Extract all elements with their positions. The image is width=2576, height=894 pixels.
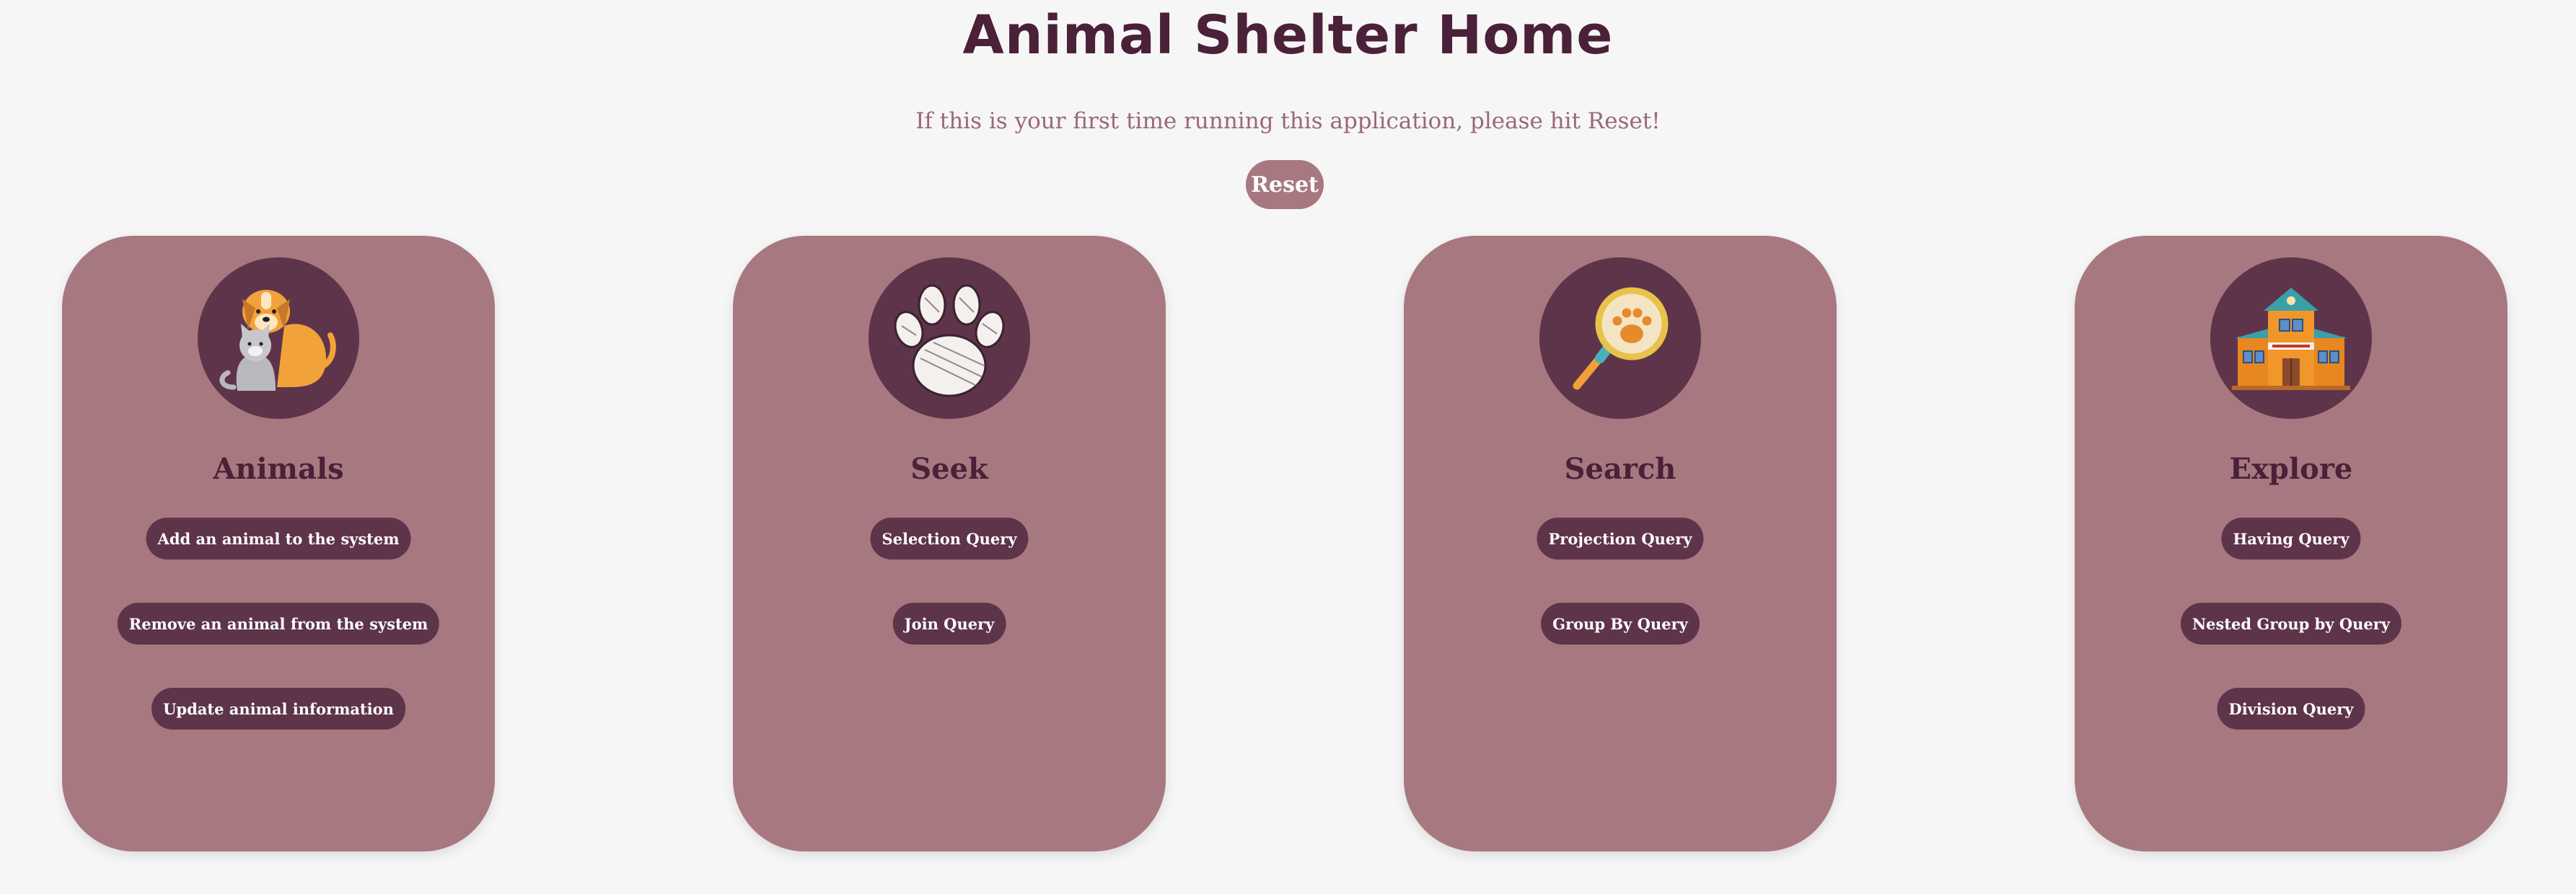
- card-search: Search Projection Query Group By Query: [1404, 236, 1837, 851]
- nested-group-by-query-button[interactable]: Nested Group by Query: [2180, 603, 2402, 645]
- card-icon-circle: [198, 257, 359, 419]
- card-title: Explore: [2229, 452, 2353, 486]
- projection-query-button[interactable]: Projection Query: [1537, 518, 1704, 559]
- card-seek: Seek Selection Query Join Query: [733, 236, 1166, 851]
- selection-query-button[interactable]: Selection Query: [870, 518, 1029, 559]
- join-query-button[interactable]: Join Query: [892, 603, 1006, 645]
- page: Animal Shelter Home If this is your firs…: [0, 0, 2576, 894]
- magnifier-paw-icon: [1573, 287, 1669, 390]
- division-query-button[interactable]: Division Query: [2217, 688, 2365, 730]
- remove-animal-button[interactable]: Remove an animal from the system: [117, 603, 440, 645]
- update-animal-button[interactable]: Update animal information: [151, 688, 405, 730]
- card-icon-circle: [2210, 257, 2372, 419]
- dog-cat-icon: [219, 290, 336, 391]
- card-animals: Animals Add an animal to the system Remo…: [62, 236, 495, 851]
- card-title: Seek: [910, 452, 988, 486]
- group-by-query-button[interactable]: Group By Query: [1541, 603, 1700, 645]
- having-query-button[interactable]: Having Query: [2221, 518, 2361, 559]
- reset-button[interactable]: Reset: [1246, 160, 1324, 209]
- add-animal-button[interactable]: Add an animal to the system: [146, 518, 411, 559]
- card-icon-circle: [869, 257, 1030, 419]
- paw-print-icon: [894, 284, 1005, 397]
- card-icon-circle: [1539, 257, 1701, 419]
- page-title: Animal Shelter Home: [962, 4, 1614, 66]
- card-title: Animals: [213, 452, 344, 486]
- card-explore: Explore Having Query Nested Group by Que…: [2075, 236, 2507, 851]
- shelter-building-icon: [2232, 288, 2350, 390]
- card-title: Search: [1564, 452, 1676, 486]
- reset-instruction: If this is your first time running this …: [915, 108, 1661, 134]
